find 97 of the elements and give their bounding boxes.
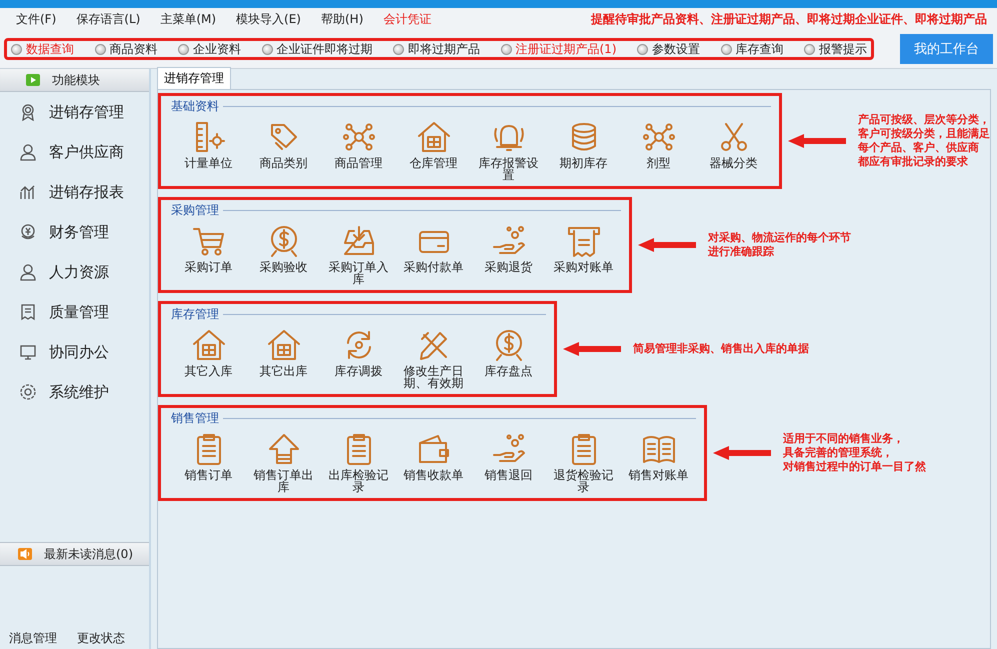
module-item[interactable]: 销售订单出库	[246, 427, 321, 495]
menu-item[interactable]: 模块导入(E)	[236, 10, 301, 28]
message-link[interactable]: 更改状态	[77, 630, 125, 647]
section-title: 基础资料	[171, 98, 219, 115]
module-item[interactable]: 销售订单	[171, 427, 246, 495]
radio-icon	[11, 44, 22, 54]
quick-link[interactable]: 企业资料	[178, 40, 241, 58]
module-item[interactable]: 库存报警设置	[471, 115, 546, 183]
quick-link[interactable]: 数据查询	[11, 40, 74, 58]
module-item[interactable]: 销售对账单	[621, 427, 696, 495]
quick-link[interactable]: 参数设置	[637, 40, 700, 58]
module-item[interactable]: 库存调拨	[321, 323, 396, 391]
sidebar-label: 协同办公	[49, 342, 109, 362]
radio-icon	[500, 44, 512, 54]
module-item[interactable]: 商品类别	[246, 115, 321, 183]
sidebar-label: 质量管理	[49, 302, 109, 322]
radio-icon	[393, 44, 404, 54]
module-item[interactable]: 采购付款单	[396, 219, 471, 287]
gear-icon	[19, 383, 37, 401]
module-item[interactable]: 器械分类	[696, 115, 771, 183]
annotation-note: 简易管理非采购、销售出入库的单据	[633, 342, 809, 356]
menu-item[interactable]: 主菜单(M)	[160, 10, 216, 28]
messages-title: 最新未读消息(0)	[44, 546, 133, 562]
sidebar-item[interactable]: 进销存管理	[0, 92, 149, 132]
quick-link[interactable]: 库存查询	[720, 40, 784, 58]
module-item[interactable]: 销售收款单	[396, 427, 471, 495]
alert-text: 提醒待审批产品资料、注册证过期产品、即将过期企业证件、即将过期产品	[591, 10, 987, 28]
menu-item[interactable]: 保存语言(L)	[76, 10, 140, 28]
speaker-icon	[18, 548, 32, 560]
annotation-note: 对采购、物流运作的每个环节 进行准确跟踪	[708, 231, 851, 259]
money-icon	[19, 223, 37, 241]
sidebar-item[interactable]: 协同办公	[0, 332, 149, 372]
sidebar-item[interactable]: 进销存报表	[0, 172, 149, 212]
sidebar-label: 进销存管理	[49, 102, 124, 122]
module-item[interactable]: 计量单位	[171, 115, 246, 183]
section-title: 销售管理	[171, 410, 219, 427]
menu-item[interactable]: 会计凭证	[383, 10, 432, 28]
radio-icon	[804, 44, 815, 54]
pointer-arrow	[638, 238, 696, 252]
quick-link[interactable]: 即将过期产品	[393, 40, 480, 58]
sidebar-label: 财务管理	[49, 222, 109, 242]
pointer-arrow	[788, 134, 846, 148]
module-item[interactable]: 采购退货	[471, 219, 546, 287]
module-item[interactable]: 期初库存	[546, 115, 621, 183]
module-item[interactable]: 剂型	[621, 115, 696, 183]
play-icon	[26, 74, 40, 86]
radio-icon	[637, 44, 648, 54]
sidebar-item[interactable]: 质量管理	[0, 292, 149, 332]
monitor-icon	[19, 343, 37, 361]
warehouse-icon	[190, 327, 226, 363]
sidebar-label: 进销存报表	[49, 182, 124, 202]
module-item[interactable]: 库存盘点	[471, 323, 546, 391]
chart-icon	[19, 183, 37, 201]
section-title: 库存管理	[171, 306, 219, 323]
module-item[interactable]: 采购订单入库	[321, 219, 396, 287]
person-icon	[19, 263, 37, 281]
sidebar-label: 系统维护	[49, 382, 109, 402]
annotation-note: 适用于不同的销售业务， 具备完善的管理系统， 对销售过程中的订单一目了然	[783, 432, 926, 474]
module-item[interactable]: 退货检验记录	[546, 427, 621, 495]
sidebar-title: 功能模块	[52, 72, 100, 88]
module-item[interactable]: 采购对账单	[546, 219, 621, 287]
module-item[interactable]: 其它入库	[171, 323, 246, 391]
module-item[interactable]: 其它出库	[246, 323, 321, 391]
section-title: 采购管理	[171, 202, 219, 219]
module-item[interactable]: 出库检验记录	[321, 427, 396, 495]
module-item[interactable]: 销售退回	[471, 427, 546, 495]
menu-item[interactable]: 帮助(H)	[321, 10, 364, 28]
quick-link[interactable]: 企业证件即将过期	[262, 40, 372, 58]
module-tab[interactable]: 进销存管理	[157, 67, 231, 89]
module-item[interactable]: 采购订单	[171, 219, 246, 287]
module-item[interactable]: 修改生产日期、有效期	[396, 323, 471, 391]
house-icon	[416, 119, 452, 155]
quick-link[interactable]: 商品资料	[94, 40, 158, 58]
quick-link[interactable]: 注册证过期产品(1)	[500, 40, 616, 58]
sidebar-item[interactable]: 人力资源	[0, 252, 149, 292]
pointer-arrow	[713, 446, 771, 460]
sidebar-label: 客户供应商	[49, 142, 124, 162]
radio-icon	[720, 44, 732, 54]
message-link[interactable]: 消息管理	[9, 630, 57, 647]
badge-icon	[19, 103, 37, 121]
sidebar-item[interactable]: 财务管理	[0, 212, 149, 252]
module-item[interactable]: 仓库管理	[396, 115, 471, 183]
quick-link[interactable]: 报警提示	[804, 40, 867, 58]
person-icon	[19, 143, 37, 161]
sidebar-label: 人力资源	[49, 262, 109, 282]
module-item[interactable]: 商品管理	[321, 115, 396, 183]
sidebar-item[interactable]: 系统维护	[0, 372, 149, 412]
menu-item[interactable]: 文件(F)	[16, 10, 56, 28]
radio-icon	[262, 44, 272, 54]
pointer-arrow	[563, 342, 621, 356]
module-item[interactable]: 采购验收	[246, 219, 321, 287]
radio-icon	[178, 44, 189, 54]
radio-icon	[94, 44, 106, 54]
warehouse-icon	[266, 327, 302, 363]
sidebar-item[interactable]: 客户供应商	[0, 132, 149, 172]
annotation-note: 产品可按级、层次等分类， 客户可按级分类，且能满足 每个产品、客户、供应商 都应有审批记录的要求	[858, 113, 990, 169]
receipt-icon	[19, 303, 37, 321]
